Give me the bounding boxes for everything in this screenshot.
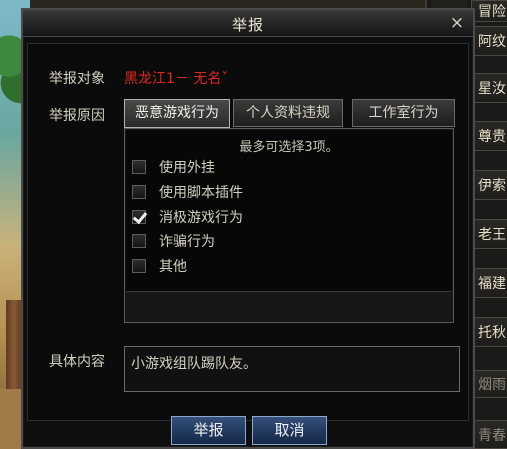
option-script-plugin[interactable]: 使用脚本插件 [132,182,243,202]
side-list-item[interactable]: 伊索 [471,170,507,200]
side-list-item-label: 冒险 [478,4,506,20]
option-other[interactable]: 其他 [132,256,187,276]
side-list-item-label: 阿纹 [478,34,506,50]
side-list-item-label: 托秋 [478,325,506,341]
report-dialog: 举报 × 举报对象 黑龙江1－ 无名ˇ 举报原因 恶意游戏行为 个人资料违规 工… [21,8,475,449]
checkbox[interactable] [132,259,146,273]
reason-options-list: 最多可选择3项。 使用外挂 使用脚本插件 消极游戏行为 诈骗行为 其他 [126,130,452,292]
tab-studio-behavior[interactable]: 工作室行为 [352,99,455,127]
checkbox[interactable] [132,160,146,174]
option-fraud[interactable]: 诈骗行为 [132,231,215,251]
side-list-item-label: 青春 [478,427,506,444]
side-list-item-label: 尊贵 [478,129,506,145]
side-list-item[interactable]: 青春 [471,420,507,449]
report-target-name: 黑龙江1－ 无名ˇ [124,71,229,87]
submit-report-button[interactable]: 举报 [171,416,246,445]
side-list-item-label: 星汝 [478,81,506,97]
option-label: 诈骗行为 [159,234,215,250]
report-target-label: 举报对象 [49,71,105,87]
report-reason-label: 举报原因 [49,108,105,124]
option-label: 消极游戏行为 [159,210,243,226]
side-list-item[interactable]: 冒险 [471,0,507,22]
details-label: 具体内容 [49,354,105,370]
side-list-item[interactable]: 托秋 [471,317,507,347]
side-list-item[interactable]: 福建 [471,268,507,298]
tab-profile-violation[interactable]: 个人资料违规 [233,99,343,127]
tab-malicious-behavior[interactable]: 恶意游戏行为 [124,99,230,128]
option-cheat[interactable]: 使用外挂 [132,157,215,177]
reason-options-box: 最多可选择3项。 使用外挂 使用脚本插件 消极游戏行为 诈骗行为 其他 [124,128,454,323]
side-list-item-label: 伊索 [478,178,506,194]
option-label: 其他 [159,259,187,275]
dialog-body: 举报对象 黑龙江1－ 无名ˇ 举报原因 恶意游戏行为 个人资料违规 工作室行为 … [27,43,469,421]
checkbox[interactable] [132,185,146,199]
option-label: 使用脚本插件 [159,185,243,201]
option-label: 使用外挂 [159,160,215,176]
details-input[interactable]: 小游戏组队踢队友。 [124,346,460,392]
cancel-button[interactable]: 取消 [252,416,327,445]
side-list-item-label: 老王 [478,227,506,243]
side-list-item[interactable]: 烟雨 [471,370,507,398]
close-button[interactable]: × [447,13,467,33]
checkbox[interactable] [132,234,146,248]
side-list-item[interactable]: 老王 [471,219,507,249]
dialog-title: 举报 [231,16,264,34]
side-list-item-label: 烟雨 [478,377,506,393]
side-list-item[interactable]: 星汝 [471,73,507,103]
side-list-item[interactable]: 尊贵 [471,121,507,151]
dialog-title-bar[interactable]: 举报 × [23,10,473,37]
option-passive-gameplay[interactable]: 消极游戏行为 [132,207,243,227]
max-selection-hint: 最多可选择3项。 [239,140,339,155]
side-list-item[interactable]: 阿纹 [471,26,507,56]
side-list-item-label: 福建 [478,276,506,292]
checkbox-checked[interactable] [132,210,146,224]
